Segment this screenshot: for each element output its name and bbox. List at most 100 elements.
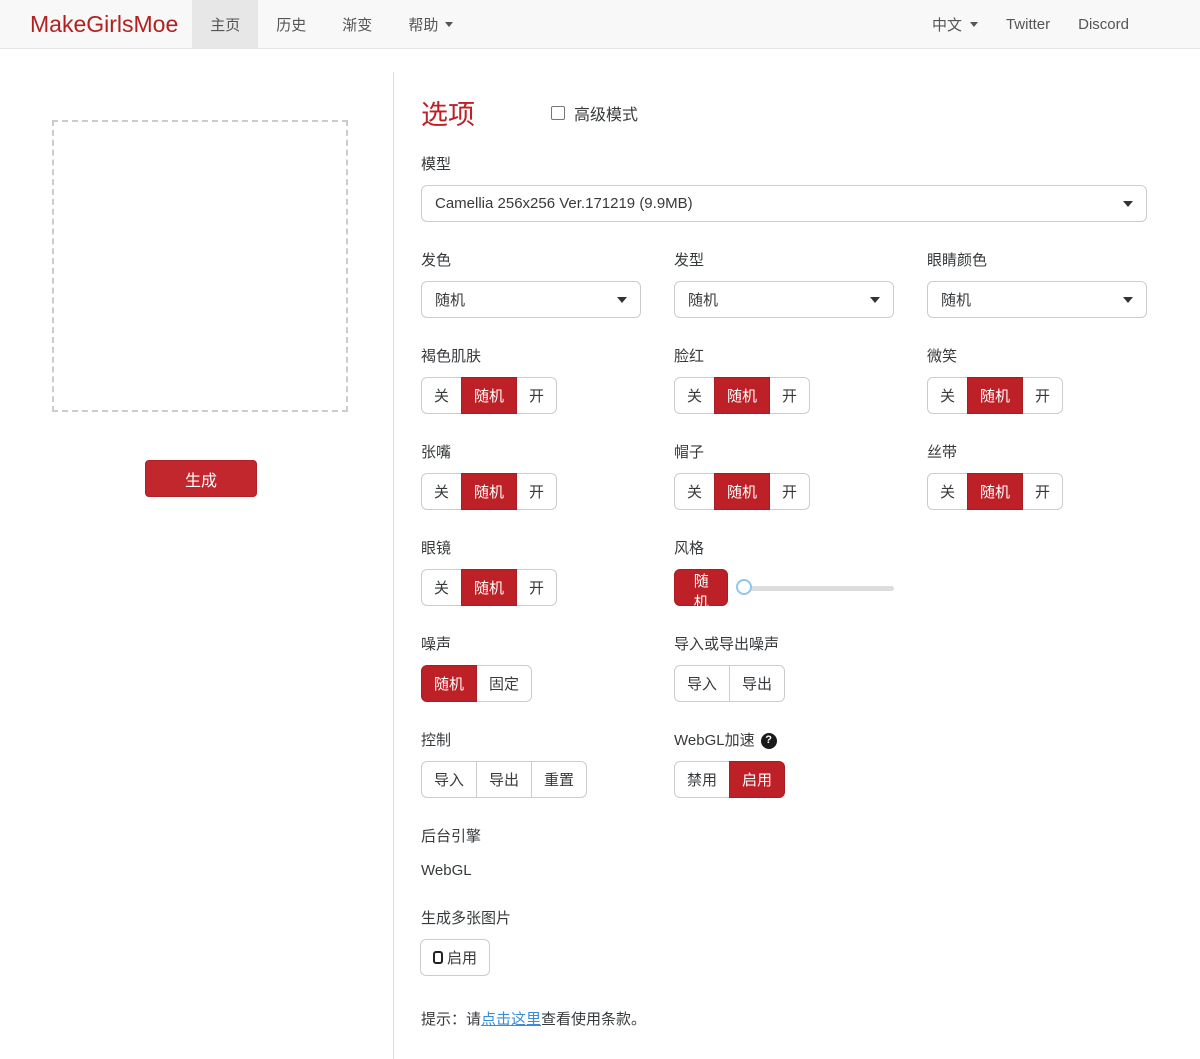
control-group: 导入 导出 重置 [421,761,587,798]
backend-label: 后台引擎 [421,826,1200,847]
brand-logo[interactable]: MakeGirlsMoe [30,0,178,48]
model-select[interactable]: Camellia 256x256 Ver.171219 (9.9MB) [421,185,1147,222]
noise-random-button[interactable]: 随机 [421,665,477,702]
control-import-button[interactable]: 导入 [421,761,477,798]
multi-image-enable-button[interactable]: 启用 [420,939,490,976]
open-mouth-label: 张嘴 [421,442,641,463]
webgl-toggle: 禁用 启用 [674,761,785,798]
smile-toggle: 关 随机 开 [927,377,1063,414]
advanced-mode-label: 高级模式 [574,101,638,125]
tab-transition[interactable]: 渐变 [324,0,390,48]
open-mouth-on-button[interactable]: 开 [516,473,557,510]
main-content: 生成 选项 高级模式 模型 Camellia 256x256 Ver.17121… [0,72,1200,1059]
options-panel: 选项 高级模式 模型 Camellia 256x256 Ver.171219 (… [394,72,1200,1059]
smile-off-button[interactable]: 关 [927,377,968,414]
multi-image-label: 生成多张图片 [421,908,1200,929]
tip-suffix: 查看使用条款。 [541,1011,646,1028]
options-header: 选项 高级模式 [421,93,1200,132]
hair-color-select[interactable]: 随机 [421,281,641,318]
chevron-down-icon [970,22,978,27]
smile-random-button[interactable]: 随机 [967,377,1023,414]
hair-color-value: 随机 [435,289,465,310]
glasses-toggle: 关 随机 开 [421,569,557,606]
hair-style-select[interactable]: 随机 [674,281,894,318]
control-label: 控制 [421,730,641,751]
webgl-label: WebGL加速 [674,730,755,751]
options-title: 选项 [421,93,475,132]
ribbon-label: 丝带 [927,442,1147,463]
help-question-icon[interactable]: ? [761,733,777,749]
dark-skin-on-button[interactable]: 开 [516,377,557,414]
open-mouth-off-button[interactable]: 关 [421,473,462,510]
model-select-value: Camellia 256x256 Ver.171219 (9.9MB) [435,195,693,212]
advanced-mode-checkbox[interactable] [551,106,565,120]
tab-help[interactable]: 帮助 [390,0,471,48]
hat-off-button[interactable]: 关 [674,473,715,510]
style-slider[interactable] [736,579,894,597]
blush-label: 脸红 [674,346,894,367]
terms-tip: 提示：请点击这里查看使用条款。 [421,1008,1200,1059]
tab-transition-label: 渐变 [342,14,372,35]
language-dropdown[interactable]: 中文 [932,14,978,35]
control-reset-button[interactable]: 重置 [531,761,587,798]
tip-prefix: 提示：请 [421,1011,481,1028]
hat-random-button[interactable]: 随机 [714,473,770,510]
blush-off-button[interactable]: 关 [674,377,715,414]
smile-on-button[interactable]: 开 [1022,377,1063,414]
tab-history-label: 历史 [276,14,306,35]
terms-link[interactable]: 点击这里 [481,1011,541,1028]
multi-image-enable-label: 启用 [447,947,477,968]
noise-io-group: 导入 导出 [674,665,785,702]
noise-import-button[interactable]: 导入 [674,665,730,702]
blush-on-button[interactable]: 开 [769,377,810,414]
smile-label: 微笑 [927,346,1147,367]
open-mouth-random-button[interactable]: 随机 [461,473,517,510]
twitter-link[interactable]: Twitter [1006,16,1050,33]
noise-toggle: 随机 固定 [421,665,532,702]
eye-color-select[interactable]: 随机 [927,281,1147,318]
dark-skin-random-button[interactable]: 随机 [461,377,517,414]
glasses-on-button[interactable]: 开 [516,569,557,606]
style-label: 风格 [674,538,894,559]
style-random-button[interactable]: 随机 [674,569,728,606]
blush-random-button[interactable]: 随机 [714,377,770,414]
dark-skin-toggle: 关 随机 开 [421,377,557,414]
control-export-button[interactable]: 导出 [476,761,532,798]
chevron-down-icon [1123,297,1133,303]
dark-skin-off-button[interactable]: 关 [421,377,462,414]
glasses-random-button[interactable]: 随机 [461,569,517,606]
language-label: 中文 [932,14,962,35]
noise-export-button[interactable]: 导出 [729,665,785,702]
navbar-spacer [471,0,932,48]
hair-style-value: 随机 [688,289,718,310]
chevron-down-icon [617,297,627,303]
model-label: 模型 [421,154,1200,175]
generate-button[interactable]: 生成 [145,460,257,497]
navbar: MakeGirlsMoe 主页 历史 渐变 帮助 中文 Twitter Disc… [0,0,1200,49]
tab-home[interactable]: 主页 [192,0,258,48]
open-mouth-toggle: 关 随机 开 [421,473,557,510]
webgl-disable-button[interactable]: 禁用 [674,761,730,798]
discord-link[interactable]: Discord [1078,16,1129,33]
ribbon-random-button[interactable]: 随机 [967,473,1023,510]
style-slider-thumb[interactable] [736,579,752,595]
noise-fixed-button[interactable]: 固定 [476,665,532,702]
glasses-off-button[interactable]: 关 [421,569,462,606]
tab-home-label: 主页 [210,14,240,35]
ribbon-toggle: 关 随机 开 [927,473,1063,510]
blush-toggle: 关 随机 开 [674,377,810,414]
hat-label: 帽子 [674,442,894,463]
webgl-enable-button[interactable]: 启用 [729,761,785,798]
advanced-mode-toggle[interactable]: 高级模式 [551,101,638,125]
tab-history[interactable]: 历史 [258,0,324,48]
navbar-right: 中文 Twitter Discord [932,0,1129,48]
ribbon-off-button[interactable]: 关 [927,473,968,510]
tab-help-label: 帮助 [408,14,438,35]
chevron-down-icon [870,297,880,303]
noise-label: 噪声 [421,634,641,655]
ribbon-on-button[interactable]: 开 [1022,473,1063,510]
style-slider-track[interactable] [744,586,894,591]
preview-panel: 生成 [0,72,394,1059]
hat-on-button[interactable]: 开 [769,473,810,510]
backend-value: WebGL [421,862,1200,879]
